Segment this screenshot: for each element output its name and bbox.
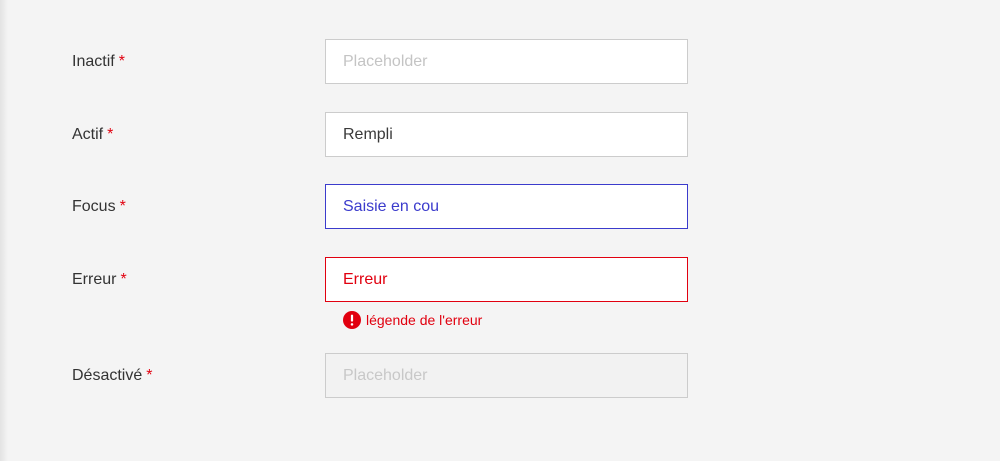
field-label-disabled: Désactivé *: [72, 353, 152, 399]
text-input-disabled: [325, 353, 688, 398]
required-asterisk: *: [107, 126, 114, 143]
field-label-text: Erreur: [72, 271, 117, 288]
text-input-active[interactable]: [325, 112, 688, 157]
required-asterisk: *: [146, 367, 153, 384]
field-row-inactive: Inactif *: [0, 39, 1000, 85]
error-caption-text: légende de l'erreur: [366, 312, 483, 328]
field-row-active: Actif *: [0, 112, 1000, 158]
exclamation-circle-icon: [343, 311, 361, 329]
field-label-active: Actif *: [72, 112, 113, 158]
field-row-focus: Focus *: [0, 184, 1000, 230]
form-field-states: Inactif* Actif* Focus* Erreur* légende d…: [0, 0, 1000, 461]
field-label-focus: Focus *: [72, 184, 126, 230]
text-input-focus[interactable]: [325, 184, 688, 229]
field-row-error: Erreur* légende de l'erreur: [0, 257, 1000, 329]
required-asterisk: *: [120, 271, 127, 288]
field-label-inactive: Inactif *: [72, 39, 125, 85]
text-input-error[interactable]: [325, 257, 688, 302]
field-label-text: Inactif: [72, 53, 115, 70]
field-label-text: Désactivé: [72, 367, 143, 384]
error-message: légende de l'erreur: [343, 310, 482, 330]
field-label-text: Focus: [72, 198, 116, 215]
field-label-error: Erreur *: [72, 257, 127, 303]
text-input-inactive[interactable]: [325, 39, 688, 84]
field-label-text: Actif: [72, 126, 104, 143]
required-asterisk: *: [118, 53, 125, 70]
field-row-disabled: Désactivé *: [0, 353, 1000, 399]
required-asterisk: *: [119, 198, 126, 215]
